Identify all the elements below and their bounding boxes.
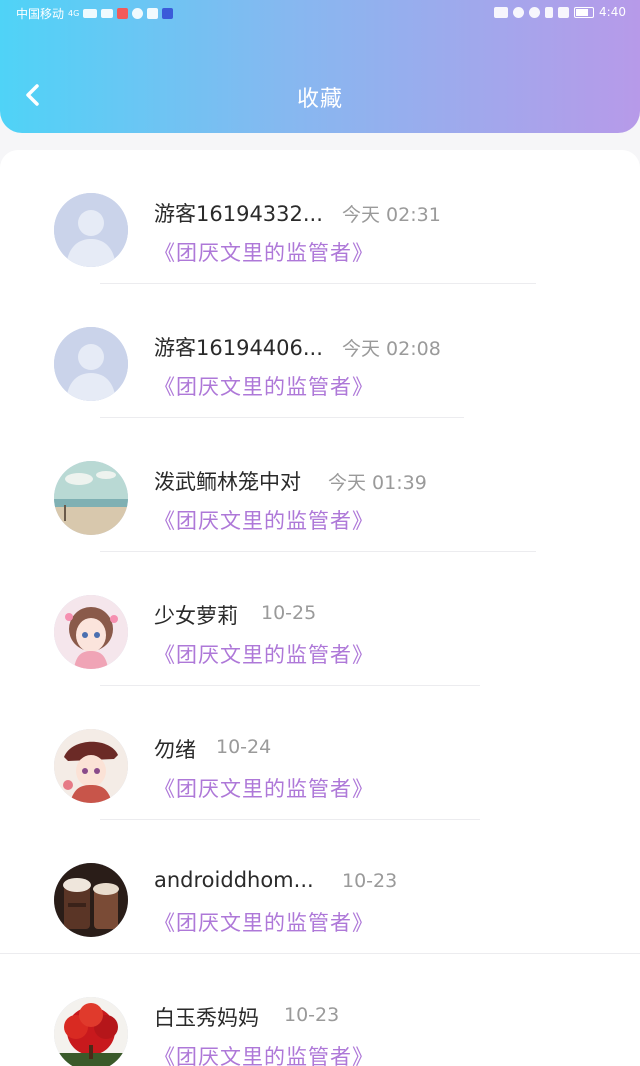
clock-label: 4:40 [599, 5, 626, 19]
work-title[interactable]: 《团厌文里的监管者》 [154, 1041, 374, 1066]
list-item[interactable]: androiddhom... 10-23 《团厌文里的监管者》 [0, 840, 640, 974]
app-notification-icon [117, 8, 129, 19]
battery-icon [574, 6, 595, 18]
hd-icon [494, 6, 509, 18]
list-item[interactable]: 泼武鲕林笼中对 今天 01:39 《团厌文里的监管者》 [0, 438, 640, 572]
user-name: 勿绪 [154, 738, 196, 762]
divider [100, 819, 480, 820]
work-title[interactable]: 《团厌文里的监管者》 [154, 773, 374, 803]
nfc-icon [513, 6, 525, 18]
list-item[interactable]: 游客16194406... 今天 02:08 《团厌文里的监管者》 [0, 304, 640, 438]
carrier-label: 中国移动 [16, 7, 65, 21]
mute-icon [558, 6, 570, 18]
wifi-icon [101, 9, 114, 18]
list-item[interactable]: 游客16194332... 今天 02:31 《团厌文里的监管者》 [0, 170, 640, 304]
timestamp: 今天 01:39 [328, 472, 427, 494]
divider [100, 283, 536, 284]
status-bar: 中国移动 4G 4:40 [0, 0, 640, 28]
browser-notification-icon [147, 8, 159, 19]
work-title[interactable]: 《团厌文里的监管者》 [154, 371, 374, 401]
default-avatar[interactable] [54, 327, 128, 401]
page-title: 收藏 [296, 87, 343, 112]
network-type-label: 4G [68, 9, 80, 18]
message-notification-icon [132, 8, 144, 19]
user-name: 游客16194406... [154, 336, 323, 360]
list-item[interactable]: 少女萝莉 10-25 《团厌文里的监管者》 [0, 572, 640, 706]
app-notification-icon [162, 8, 174, 19]
work-title[interactable]: 《团厌文里的监管者》 [154, 639, 374, 669]
timestamp: 10-24 [216, 736, 272, 758]
chocolate-drink-avatar[interactable] [54, 863, 128, 937]
divider [0, 953, 640, 954]
timestamp: 10-23 [342, 870, 398, 892]
alarm-icon [529, 6, 541, 18]
timestamp: 10-25 [261, 602, 317, 624]
anime-girl-hat-avatar[interactable] [54, 729, 128, 803]
divider [100, 417, 464, 418]
work-title[interactable]: 《团厌文里的监管者》 [154, 237, 374, 267]
red-tree-avatar[interactable] [54, 997, 128, 1066]
status-bar-left: 中国移动 4G [16, 5, 174, 22]
user-name: 少女萝莉 [154, 604, 238, 628]
timestamp: 今天 02:08 [342, 338, 441, 360]
work-title[interactable]: 《团厌文里的监管者》 [154, 907, 374, 937]
divider [100, 685, 480, 686]
bluetooth-icon [545, 6, 554, 18]
signal-icon [83, 9, 98, 18]
status-bar-right: 4:40 [494, 5, 626, 19]
header-bar: 中国移动 4G 4:40 收藏 [0, 0, 640, 133]
favorites-list: 游客16194332... 今天 02:31 《团厌文里的监管者》 游客1619… [0, 150, 640, 1066]
user-name: 白玉秀妈妈 [154, 1006, 259, 1030]
timestamp: 10-23 [284, 1004, 340, 1026]
list-item[interactable]: 白玉秀妈妈 10-23 《团厌文里的监管者》 [0, 974, 640, 1066]
user-name: 泼武鲕林笼中对 [154, 470, 301, 494]
divider [100, 551, 536, 552]
work-title[interactable]: 《团厌文里的监管者》 [154, 505, 374, 535]
timestamp: 今天 02:31 [342, 204, 441, 226]
list-item[interactable]: 勿绪 10-24 《团厌文里的监管者》 [0, 706, 640, 840]
user-name: androiddhom... [154, 868, 314, 892]
user-name: 游客16194332... [154, 202, 323, 226]
beach-scenery-avatar[interactable] [54, 461, 128, 535]
default-avatar[interactable] [54, 193, 128, 267]
anime-girl-avatar[interactable] [54, 595, 128, 669]
